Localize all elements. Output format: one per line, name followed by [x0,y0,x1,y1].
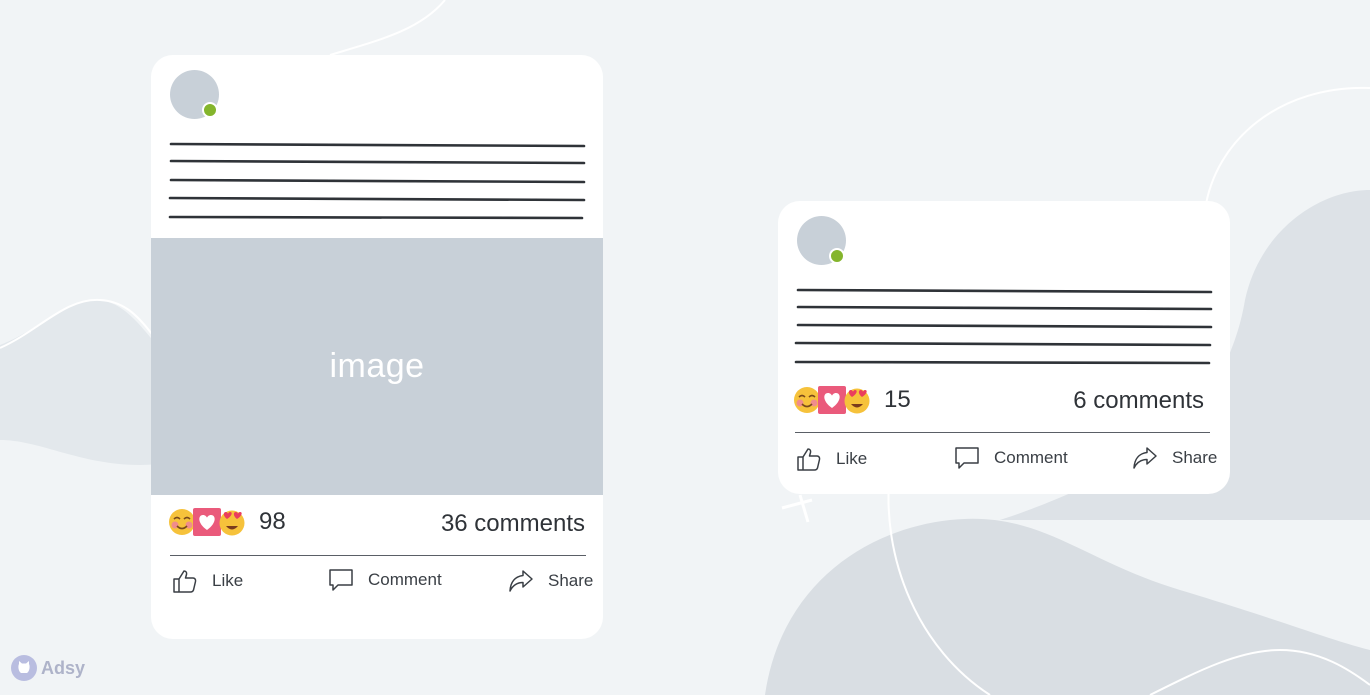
brand-name: Adsy [41,657,86,678]
online-status-icon [202,102,218,118]
share-arrow-icon [1133,447,1157,469]
share-button[interactable]: Share [1132,445,1217,471]
share-label: Share [548,571,594,590]
reaction-count: 98 [259,508,286,535]
online-status-icon [829,248,845,264]
share-label: Share [1172,448,1218,467]
share-button[interactable]: Share [508,568,593,594]
post-card-large: image 98 36 comments Like Comment Share [151,55,603,639]
heart-eyes-icon [218,508,246,536]
divider [795,432,1210,433]
like-label: Like [212,571,244,590]
smiling-face-icon [168,508,196,536]
adsy-logo-icon [11,655,37,681]
comments-count[interactable]: 36 comments [441,510,585,538]
post-text-lines [794,287,1214,371]
heart-eyes-icon [843,386,871,414]
smiling-face-icon [793,386,821,414]
like-button[interactable]: Like [172,568,243,594]
comment-icon [955,447,979,469]
like-button[interactable]: Like [796,446,867,472]
comments-count[interactable]: 6 comments [1073,387,1204,415]
share-arrow-icon [509,570,533,592]
post-text-lines [168,140,586,224]
heart-icon [818,386,846,414]
comment-label: Comment [994,448,1068,467]
heart-icon [193,508,221,536]
thumbs-up-icon [797,448,821,471]
reactions-summary[interactable]: 98 [168,508,286,536]
comment-label: Comment [368,570,442,589]
comment-icon [329,569,353,591]
like-label: Like [836,449,868,468]
comment-button[interactable]: Comment [954,445,1068,471]
post-card-small: 15 6 comments Like Comment Share [778,201,1230,494]
reactions-summary[interactable]: 15 [793,386,911,414]
image-placeholder-label: image [329,347,425,385]
thumbs-up-icon [173,570,197,593]
brand-logo: Adsy [11,655,85,681]
reaction-count: 15 [884,386,911,413]
comment-button[interactable]: Comment [328,567,442,593]
post-image[interactable]: image [151,238,603,495]
divider [170,555,586,556]
